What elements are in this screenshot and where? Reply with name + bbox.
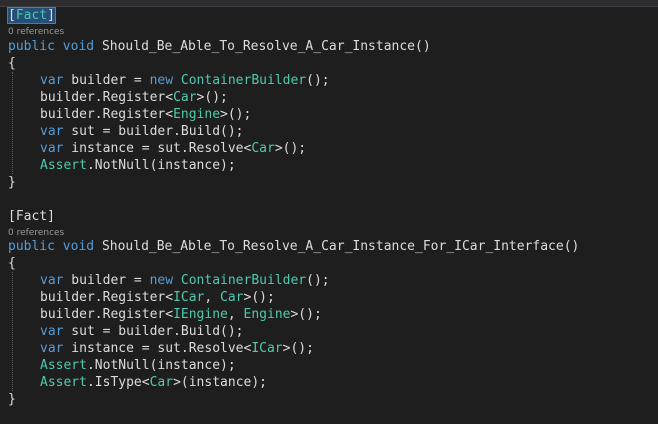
indent-guide	[12, 72, 13, 174]
keyword-void: void	[62, 239, 95, 254]
indent-guide	[12, 272, 13, 391]
code-token: instance = sut.Resolve<	[63, 341, 252, 356]
method-parens: ()	[563, 239, 580, 254]
code-line[interactable]: var sut = builder.Build();	[40, 123, 244, 140]
code-token: var	[40, 341, 64, 356]
code-token: ();	[306, 73, 330, 88]
method-parens: ()	[415, 39, 431, 54]
method-signature: public void Should_Be_Able_To_Resolve_A_…	[8, 238, 579, 255]
code-token: var	[40, 73, 64, 88]
method-signature: public void Should_Be_Able_To_Resolve_A_…	[8, 38, 431, 55]
code-token: >();	[243, 290, 275, 305]
code-token: Assert	[40, 358, 87, 373]
code-token: var	[40, 273, 64, 288]
code-token: var	[40, 141, 64, 156]
code-token: Engine	[173, 107, 221, 122]
attribute-open-bracket: [	[8, 8, 16, 23]
code-token: sut = builder.Build();	[63, 124, 244, 139]
open-brace: {	[8, 256, 16, 271]
code-token: new	[149, 273, 174, 288]
code-line[interactable]: var instance = sut.Resolve<Car>();	[40, 140, 306, 157]
code-line[interactable]: builder.Register<IEngine, Engine>();	[40, 306, 322, 323]
code-token: ICar	[173, 290, 205, 305]
code-line[interactable]: var sut = builder.Build();	[40, 323, 244, 340]
code-token: >();	[196, 90, 228, 105]
keyword-public: public	[8, 39, 55, 54]
code-token: Car	[220, 290, 244, 305]
code-token: >();	[290, 307, 322, 322]
method-name: Should_Be_Able_To_Resolve_A_Car_Instance…	[101, 239, 564, 254]
attribute-name: Fact	[15, 8, 48, 23]
code-token: ICar	[251, 341, 283, 356]
code-line[interactable]: builder.Register<Engine>();	[40, 106, 251, 123]
code-line[interactable]: var builder = new ContainerBuilder();	[40, 72, 330, 89]
code-token: >();	[220, 107, 252, 122]
keyword-public: public	[8, 239, 55, 254]
code-token: Car	[149, 375, 174, 390]
code-token: builder =	[63, 273, 150, 288]
attribute-close-bracket: ]	[47, 8, 55, 23]
code-token: Engine	[243, 307, 291, 322]
code-token: new	[149, 73, 174, 88]
code-token: >();	[282, 341, 314, 356]
code-token: >();	[274, 141, 307, 156]
close-brace: }	[8, 175, 16, 190]
code-token: ();	[306, 273, 330, 288]
keyword-void: void	[62, 39, 95, 54]
code-token: .NotNull(instance);	[86, 358, 236, 373]
code-token: >(instance);	[173, 375, 267, 390]
code-token: .IsType<	[86, 375, 150, 390]
codelens-references[interactable]: 0 references	[8, 26, 64, 38]
open-brace: {	[8, 56, 16, 71]
code-token: ,	[204, 290, 221, 305]
method-name: Should_Be_Able_To_Resolve_A_Car_Instance	[101, 39, 416, 54]
code-token: builder.Register<	[40, 307, 174, 322]
code-token: builder =	[63, 73, 150, 88]
close-brace: }	[8, 392, 16, 407]
code-token: ,	[227, 307, 244, 322]
code-token: var	[40, 324, 64, 339]
code-line[interactable]: Assert.NotNull(instance);	[40, 357, 236, 374]
code-token: IEngine	[173, 307, 228, 322]
code-token: instance = sut.Resolve<	[63, 141, 252, 156]
code-line[interactable]: var instance = sut.Resolve<ICar>();	[40, 340, 314, 357]
attribute-fact[interactable]: [Fact]	[8, 208, 55, 225]
code-line[interactable]: Assert.NotNull(instance);	[40, 157, 236, 174]
code-token: .NotNull(instance);	[86, 158, 236, 173]
code-token: Assert	[40, 158, 87, 173]
code-line[interactable]: builder.Register<Car>();	[40, 89, 228, 106]
code-line[interactable]: builder.Register<ICar, Car>();	[40, 289, 275, 306]
code-token: Assert	[40, 375, 87, 390]
code-token: ContainerBuilder	[180, 73, 307, 88]
code-token: Car	[251, 141, 275, 156]
code-token: sut = builder.Build();	[63, 324, 244, 339]
attribute-fact[interactable]: [Fact]	[7, 7, 56, 24]
code-token: Car	[173, 90, 197, 105]
code-token: builder.Register<	[40, 290, 174, 305]
code-token: builder.Register<	[40, 90, 174, 105]
code-token: builder.Register<	[40, 107, 174, 122]
code-token: ContainerBuilder	[180, 273, 307, 288]
code-line[interactable]: var builder = new ContainerBuilder();	[40, 272, 330, 289]
code-token: var	[40, 124, 64, 139]
code-line[interactable]: Assert.IsType<Car>(instance);	[40, 374, 267, 391]
code-editor[interactable]: [Fact] 0 references public void Should_B…	[0, 6, 658, 424]
